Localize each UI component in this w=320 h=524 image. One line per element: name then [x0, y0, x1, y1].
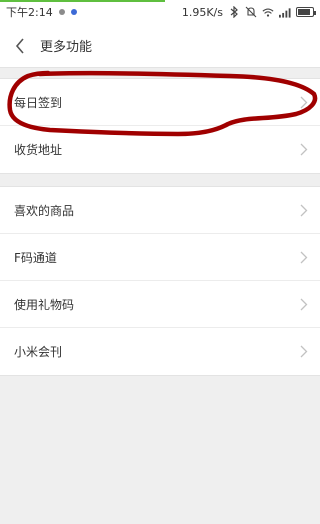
wifi-icon — [262, 6, 274, 18]
chevron-right-icon — [298, 203, 310, 217]
chevron-right-icon — [298, 250, 310, 264]
menu-item-f-code[interactable]: F码通道 — [0, 234, 320, 281]
chevron-right-icon — [298, 297, 310, 311]
menu-group-1: 每日签到 收货地址 — [0, 78, 320, 174]
menu-item-label: F码通道 — [14, 250, 57, 265]
loading-progress-bar — [0, 0, 165, 2]
menu-item-daily-checkin[interactable]: 每日签到 — [0, 79, 320, 126]
menu-item-shipping-address[interactable]: 收货地址 — [0, 126, 320, 173]
menu-item-label: 喜欢的商品 — [14, 203, 75, 218]
menu-item-label: 小米会刊 — [14, 345, 63, 359]
chevron-right-icon — [298, 95, 310, 109]
menu-group-2: 喜欢的商品 F码通道 使用礼物码 小米会刊 — [0, 186, 320, 376]
screen: 下午2:14 1.95K/s 更多功能 每日签到 收货地址 喜欢的商品 F码通道… — [0, 0, 320, 524]
battery-icon — [296, 7, 316, 17]
menu-item-label: 使用礼物码 — [14, 297, 75, 312]
back-button[interactable] — [0, 24, 40, 68]
chevron-right-icon — [298, 345, 310, 359]
status-time: 下午2:14 — [6, 6, 53, 19]
status-right: 1.95K/s — [182, 6, 320, 19]
menu-item-gift-code[interactable]: 使用礼物码 — [0, 281, 320, 328]
network-speed: 1.95K/s — [181, 5, 223, 19]
bluetooth-icon — [228, 6, 240, 18]
signal-icon — [279, 6, 291, 18]
header: 更多功能 — [0, 24, 320, 68]
notification-dot-icon — [58, 9, 65, 15]
status-left: 下午2:14 — [0, 4, 77, 20]
battery-fill — [298, 9, 310, 15]
mute-bell-icon — [245, 6, 257, 18]
menu-item-label: 每日签到 — [14, 95, 63, 110]
page-title: 更多功能 — [40, 40, 93, 55]
menu-item-favorites[interactable]: 喜欢的商品 — [0, 187, 320, 234]
app-notification-icon — [70, 9, 77, 15]
chevron-right-icon — [298, 143, 310, 157]
menu-item-magazine[interactable]: 小米会刊 — [0, 328, 320, 375]
menu-item-label: 收货地址 — [14, 143, 63, 157]
chevron-left-icon — [15, 37, 24, 54]
status-bar: 下午2:14 1.95K/s — [0, 0, 320, 24]
